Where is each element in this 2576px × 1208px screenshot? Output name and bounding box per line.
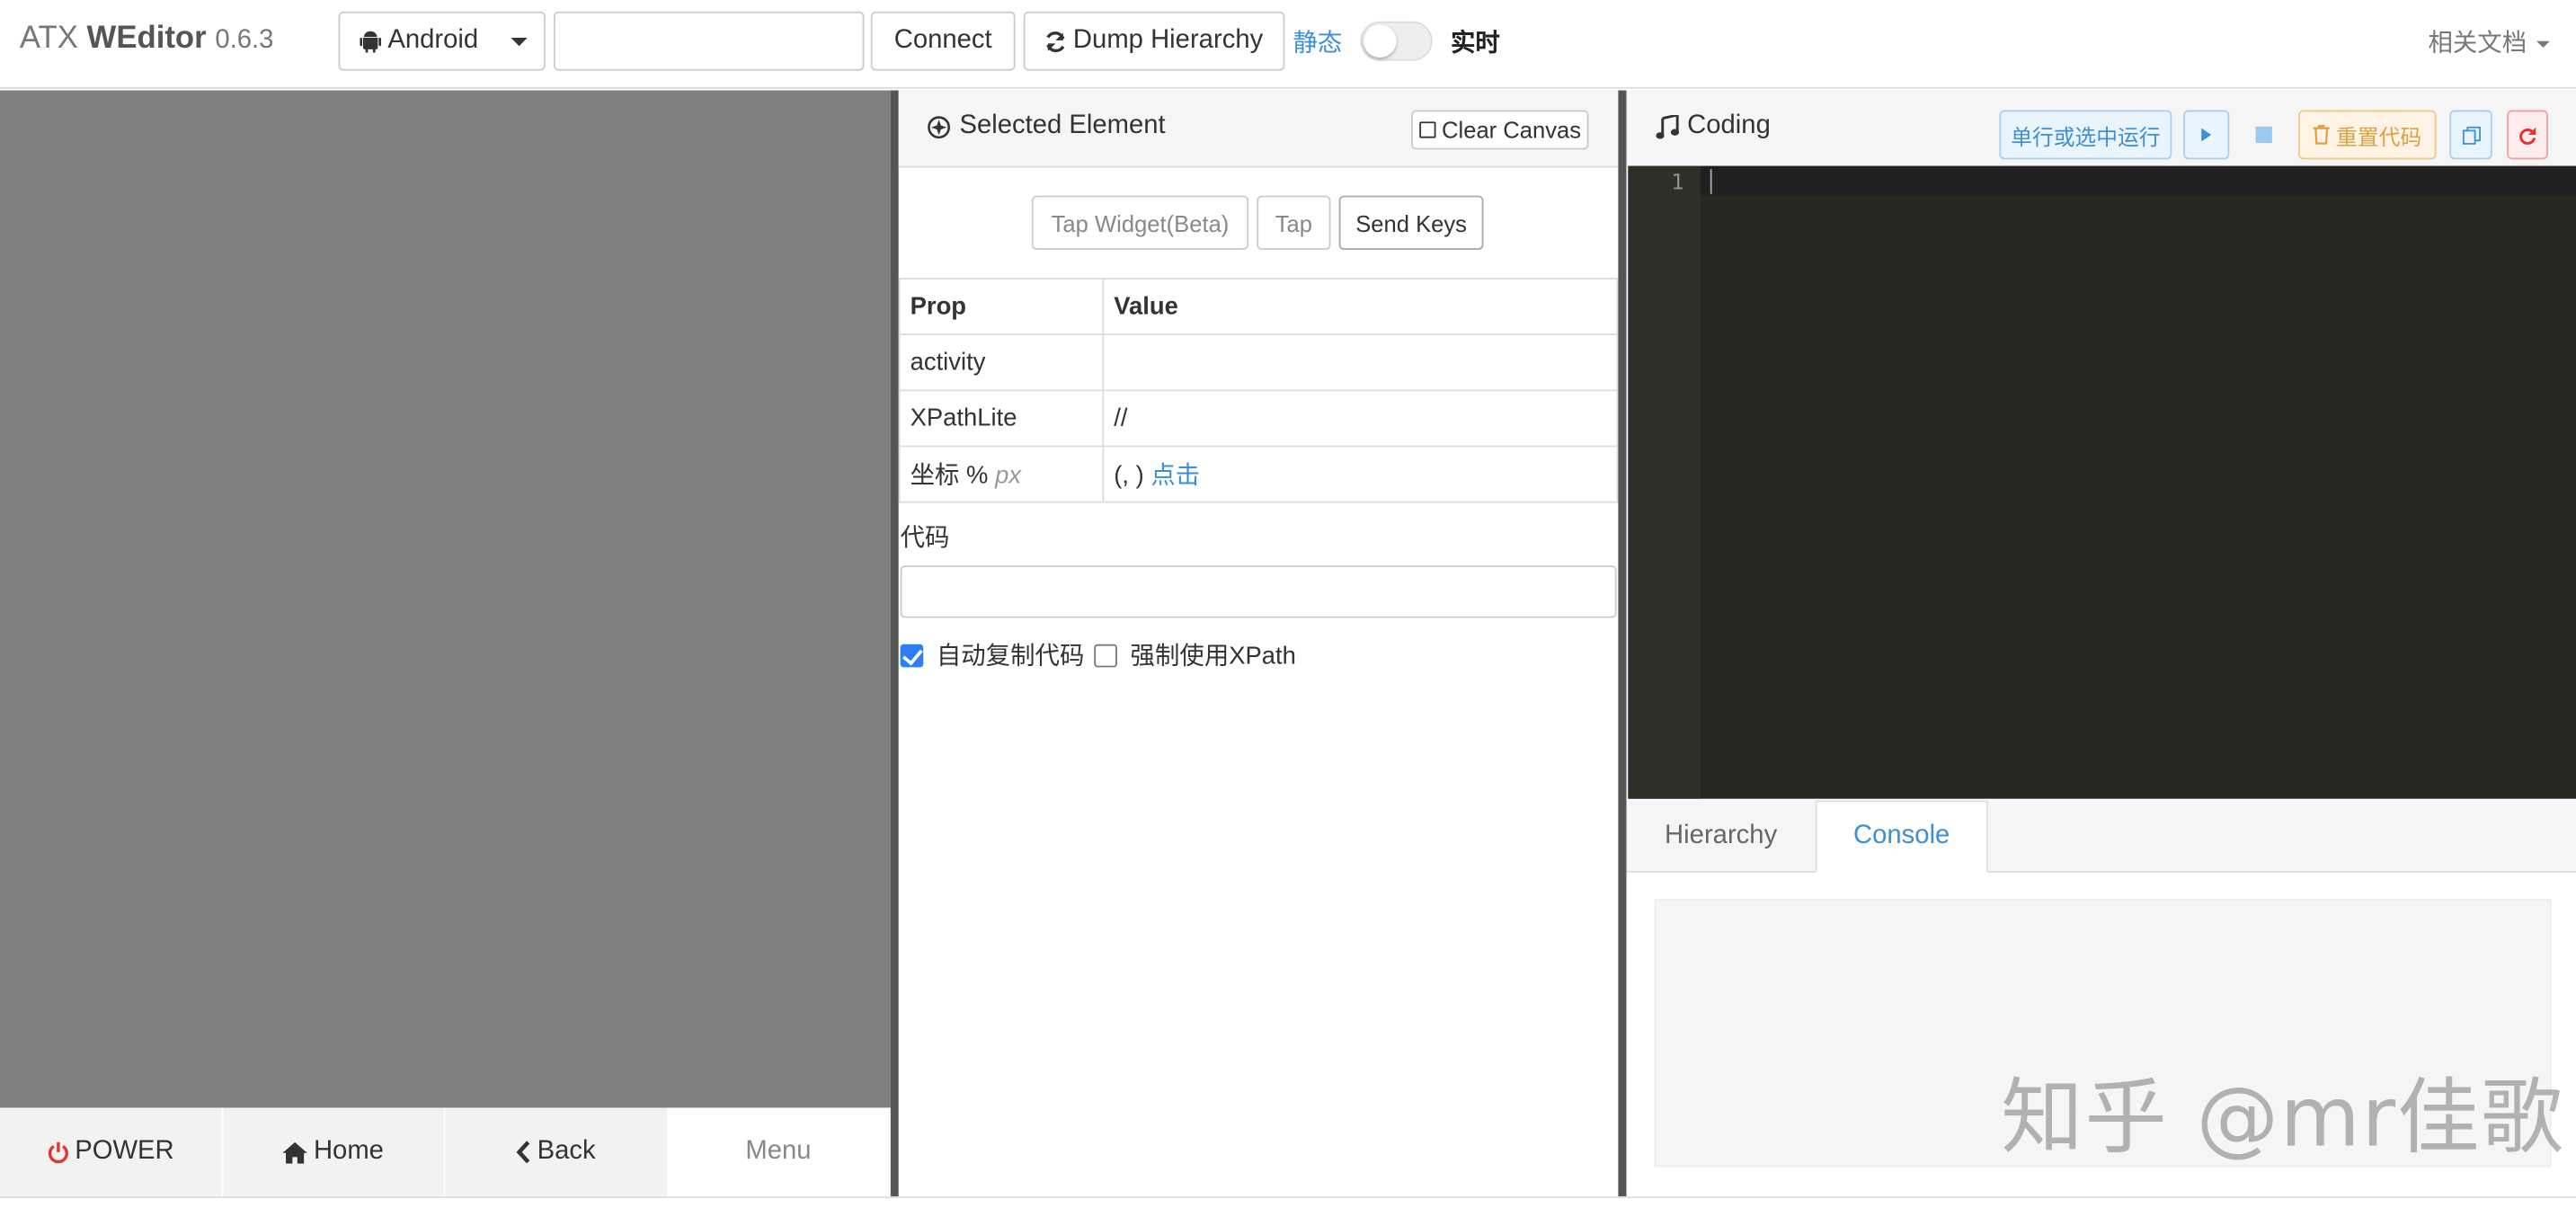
copy-icon (2461, 125, 2481, 144)
auto-copy-checkbox[interactable] (900, 643, 924, 667)
copy-code-button[interactable] (2449, 110, 2492, 160)
dump-hierarchy-button[interactable]: Dump Hierarchy (1023, 11, 1285, 71)
device-serial-input[interactable] (553, 11, 865, 71)
clear-canvas-label: Clear Canvas (1442, 116, 1582, 144)
docs-dropdown[interactable]: 相关文档 (2428, 24, 2550, 58)
trash-icon (2313, 125, 2330, 145)
reset-code-label: 重置代码 (2336, 124, 2422, 149)
prop-cell: XPathLite (898, 389, 1105, 448)
reload-icon (2518, 126, 2536, 144)
bottom-border (0, 1196, 2576, 1208)
selected-element-label: Selected Element (959, 111, 1166, 140)
android-icon (360, 30, 382, 53)
restart-button[interactable] (2507, 110, 2548, 160)
clear-canvas-button[interactable]: Clear Canvas (1411, 110, 1589, 150)
generated-code-input[interactable] (900, 565, 1617, 618)
send-keys-button[interactable]: Send Keys (1338, 195, 1484, 250)
force-xpath-checkbox[interactable] (1094, 643, 1117, 667)
value-cell: (, ) 点击 (1102, 445, 1619, 503)
panel-splitter-left[interactable] (890, 90, 899, 1197)
reset-code-button[interactable]: 重置代码 (2298, 110, 2437, 160)
table-row: activity (898, 333, 1619, 392)
element-props-table: Prop Value activity XPathLite // 坐标 % px… (898, 278, 1619, 503)
platform-dropdown[interactable]: Android (338, 11, 546, 71)
power-icon (47, 1141, 68, 1164)
brand: ATX WEditor 0.6.3 (20, 22, 273, 58)
selected-element-panel: Selected Element Clear Canvas Tap Widget… (898, 90, 1619, 1197)
play-icon (2201, 128, 2212, 142)
table-header-row: Prop Value (898, 278, 1619, 336)
power-label: POWER (75, 1137, 174, 1166)
static-mode-label: 静态 (1292, 29, 1343, 58)
weditor-app: ATX WEditor 0.6.3 Android Connect Dump H… (0, 0, 2576, 1208)
toggle-knob (1364, 24, 1397, 58)
coord-click-link[interactable]: 点击 (1150, 462, 1200, 490)
menu-button[interactable]: Menu (668, 1107, 891, 1197)
chevron-down-icon (511, 38, 528, 47)
force-xpath-label: 强制使用XPath (1130, 642, 1296, 671)
coding-title: Coding (1656, 111, 1771, 141)
code-label: 代码 (900, 524, 950, 553)
connect-button[interactable]: Connect (870, 11, 1016, 71)
home-icon (282, 1141, 307, 1163)
coding-label: Coding (1687, 111, 1771, 140)
tap-widget-button[interactable]: Tap Widget(Beta) (1031, 195, 1249, 250)
stop-icon (2255, 126, 2272, 144)
tap-button[interactable]: Tap (1257, 195, 1331, 250)
docs-label: 相关文档 (2428, 29, 2527, 58)
bottom-tabs: Hierarchy Console (1626, 800, 2576, 873)
square-icon (1418, 121, 1435, 138)
realtime-mode-label: 实时 (1450, 29, 1500, 58)
tab-hierarchy[interactable]: Hierarchy (1627, 801, 1816, 873)
selected-element-title: Selected Element (927, 111, 1166, 141)
table-row: 坐标 % px (, ) 点击 (898, 445, 1619, 503)
realtime-toggle[interactable] (1360, 21, 1433, 61)
line-number: 1 (1671, 171, 1684, 196)
home-button[interactable]: Home (222, 1107, 446, 1197)
value-column-header: Value (1102, 278, 1619, 336)
music-icon (1656, 114, 1680, 138)
power-button[interactable]: POWER (0, 1107, 223, 1197)
watermark-text: 知乎 @mr佳歌 (2001, 1070, 2565, 1166)
editor-gutter: 1 (1628, 165, 1701, 799)
panel-splitter-right[interactable] (1618, 90, 1627, 1197)
value-cell (1102, 333, 1619, 392)
chevron-down-icon (2536, 40, 2550, 49)
coord-value: (, ) (1114, 461, 1144, 490)
coord-prop-label: 坐标 % (910, 461, 989, 490)
brand-prefix: ATX (19, 21, 78, 57)
active-line-highlight (1700, 165, 2576, 196)
run-button[interactable] (2183, 110, 2230, 160)
refresh-icon (1045, 31, 1067, 52)
coding-header: Coding 单行或选中运行 重置代码 (1626, 90, 2576, 166)
chevron-left-icon (516, 1141, 530, 1164)
code-editor[interactable]: 1 (1628, 165, 2576, 799)
brand-name: WEditor (86, 21, 207, 57)
prop-cell: activity (898, 333, 1105, 392)
back-label: Back (537, 1137, 596, 1166)
stop-button[interactable] (2243, 111, 2286, 160)
crosshair-icon (927, 114, 951, 138)
auto-copy-label: 自动复制代码 (936, 642, 1085, 671)
coord-unit-label: px (995, 461, 1022, 490)
code-options: 自动复制代码 强制使用XPath (899, 637, 1296, 671)
table-row: XPathLite // (898, 389, 1619, 448)
coding-panel: Coding 单行或选中运行 重置代码 1 Hierarchy Console (1626, 90, 2576, 1197)
value-cell: // (1102, 389, 1619, 448)
prop-cell: 坐标 % px (898, 445, 1105, 503)
platform-label: Android (387, 26, 479, 55)
tab-console[interactable]: Console (1815, 800, 1988, 873)
dump-hierarchy-label: Dump Hierarchy (1072, 26, 1264, 55)
home-label: Home (313, 1137, 384, 1166)
selected-element-header: Selected Element Clear Canvas (898, 90, 1619, 168)
device-screen-canvas[interactable] (0, 90, 891, 1108)
run-selected-button[interactable]: 单行或选中运行 (1999, 110, 2172, 160)
back-button[interactable]: Back (445, 1107, 669, 1197)
prop-column-header: Prop (898, 278, 1105, 336)
menu-label: Menu (745, 1137, 812, 1166)
text-cursor (1710, 169, 1712, 194)
version-label: 0.6.3 (215, 26, 274, 55)
device-key-bar: POWER Home Back Menu (0, 1107, 891, 1197)
top-navbar: ATX WEditor 0.6.3 Android Connect Dump H… (0, 0, 2576, 89)
